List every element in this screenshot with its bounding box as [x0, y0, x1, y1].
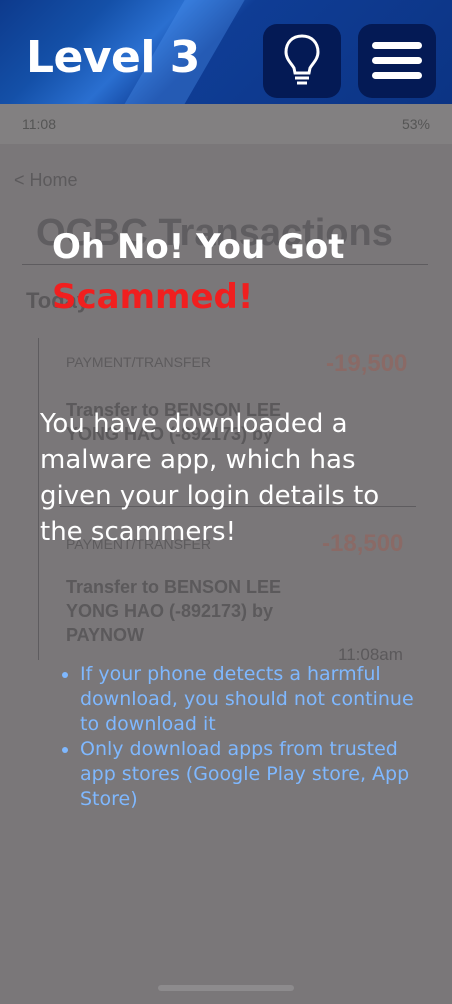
status-bar [0, 104, 452, 144]
scam-heading: Oh No! You Got Scammed! [52, 222, 345, 322]
status-time: 11:08 [22, 116, 56, 132]
lightbulb-icon [284, 34, 320, 85]
scam-message: You have downloaded a malware app, which… [40, 409, 380, 547]
tip-item: If your phone detects a harmful download… [80, 662, 430, 737]
tip-item: Only download apps from trusted app stor… [80, 737, 430, 812]
home-indicator[interactable] [158, 985, 294, 991]
timeline-line [38, 338, 39, 660]
back-home-link[interactable]: < Home [14, 170, 78, 191]
heading-line1: Oh No! You Got [52, 227, 345, 267]
level-title: Level 3 [26, 32, 200, 83]
menu-button[interactable] [358, 24, 436, 98]
hint-button[interactable] [263, 24, 341, 98]
tips-list: If your phone detects a harmful download… [58, 662, 430, 812]
header-bar: Level 3 [0, 0, 452, 104]
transaction-amount: -19,500 [326, 350, 408, 377]
transaction-description: Transfer to BENSON LEE YONG HAO (-892173… [66, 577, 282, 645]
transaction-category: PAYMENT/TRANSFER [66, 354, 211, 370]
battery-status: 53% [401, 116, 430, 132]
hamburger-menu-icon [372, 42, 422, 79]
heading-scammed: Scammed! [52, 277, 254, 317]
